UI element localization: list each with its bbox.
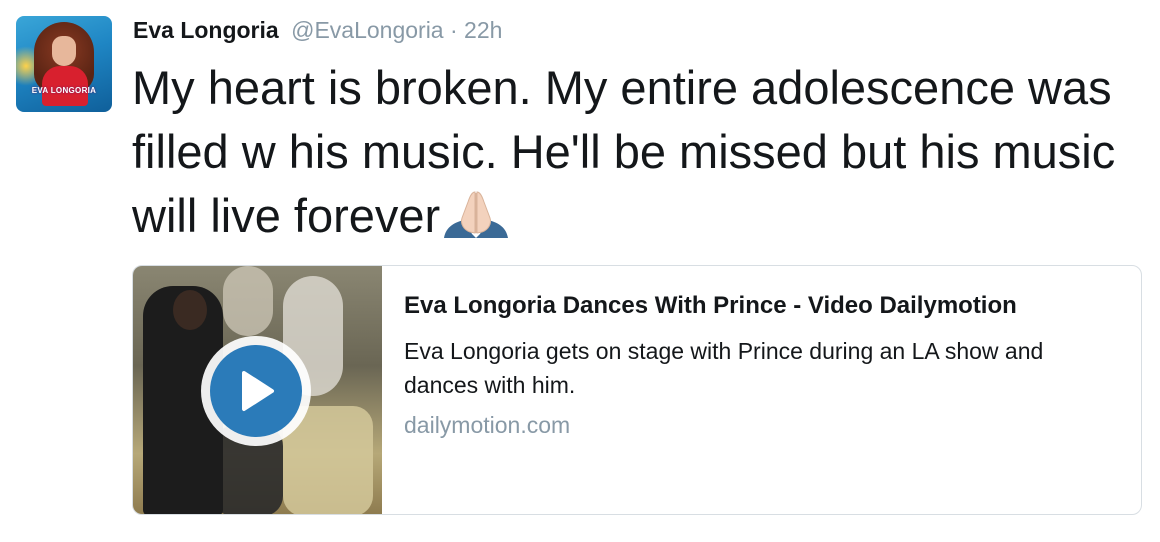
tweet-header: Eva Longoria @EvaLongoria · 22h — [133, 17, 502, 44]
author-handle[interactable]: @EvaLongoria — [291, 17, 444, 43]
thumb-crowd — [223, 266, 273, 336]
avatar-logo-text: EVA LONGORIA — [31, 86, 97, 95]
avatar-face — [52, 36, 76, 66]
thumb-figure-head — [173, 290, 207, 330]
card-body: Eva Longoria Dances With Prince - Video … — [404, 292, 1124, 439]
tweet: EVA LONGORIA Eva Longoria @EvaLongoria ·… — [0, 0, 1160, 542]
tweet-text: My heart is broken. My entire adolescenc… — [132, 61, 1116, 242]
tweet-timestamp[interactable]: 22h — [464, 17, 502, 43]
header-separator: · — [449, 17, 458, 43]
video-thumbnail[interactable] — [133, 266, 382, 514]
card-domain[interactable]: dailymotion.com — [404, 412, 1124, 439]
card-title[interactable]: Eva Longoria Dances With Prince - Video … — [404, 292, 1124, 320]
play-icon — [210, 345, 302, 437]
play-button[interactable] — [201, 336, 311, 446]
tweet-text-container: My heart is broken. My entire adolescenc… — [132, 56, 1142, 254]
folded-hands-icon — [442, 188, 510, 254]
author-name[interactable]: Eva Longoria — [133, 17, 279, 43]
card-description: Eva Longoria gets on stage with Prince d… — [404, 338, 1044, 398]
link-card[interactable]: Eva Longoria Dances With Prince - Video … — [132, 265, 1142, 515]
avatar[interactable]: EVA LONGORIA — [16, 16, 112, 112]
